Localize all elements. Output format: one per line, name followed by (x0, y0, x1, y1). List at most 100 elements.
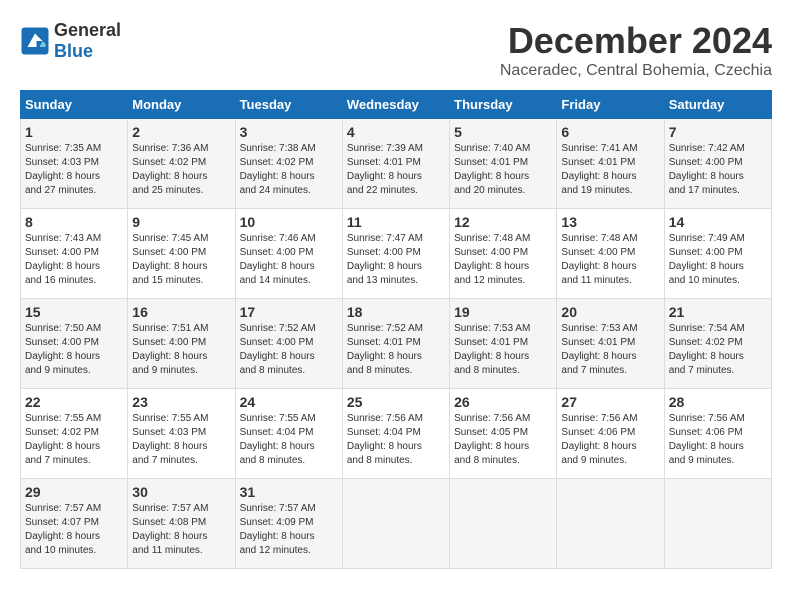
calendar-cell: 11Sunrise: 7:47 AM Sunset: 4:00 PM Dayli… (342, 209, 449, 299)
calendar-cell: 14 Sunrise: 7:49 AM Sunset: 4:00 PM Dayli… (664, 209, 771, 299)
calendar-cell: 4 Sunrise: 7:39 AM Sunset: 4:01 PM Daylig… (342, 119, 449, 209)
calendar-cell (342, 479, 449, 569)
day-number: 17 (240, 304, 338, 320)
day-number: 7 (669, 124, 767, 140)
header-friday: Friday (557, 91, 664, 119)
day-info: Sunrise: 7:55 AM Sunset: 4:02 PM Dayligh… (25, 412, 123, 468)
day-info: Sunrise: 7:48 AM Sunset: 4:00 PM Dayligh… (561, 232, 659, 288)
calendar-cell: 10 Sunrise: 7:46 AM Sunset: 4:00 PM Dayli… (235, 209, 342, 299)
day-number: 14 (669, 214, 767, 230)
day-info: Sunrise: 7:42 AM Sunset: 4:00 PM Dayligh… (669, 142, 767, 198)
calendar-cell: 25 Sunrise: 7:56 AM Sunset: 4:04 PM Dayli… (342, 389, 449, 479)
calendar-cell: 18 Sunrise: 7:52 AM Sunset: 4:01 PM Dayli… (342, 299, 449, 389)
day-info: Sunrise: 7:46 AM Sunset: 4:00 PM Dayligh… (240, 232, 338, 288)
calendar-header: Sunday Monday Tuesday Wednesday Thursday… (21, 91, 772, 119)
day-info: Sunrise: 7:56 AM Sunset: 4:06 PM Dayligh… (561, 412, 659, 468)
day-info: Sunrise: 7:57 AM Sunset: 4:09 PM Dayligh… (240, 502, 338, 558)
day-info: Sunrise: 7:55 AM Sunset: 4:04 PM Dayligh… (240, 412, 338, 468)
day-info: Sunrise: 7:40 AM Sunset: 4:01 PM Dayligh… (454, 142, 552, 198)
day-number: 13 (561, 214, 659, 230)
calendar-cell: 22Sunrise: 7:55 AM Sunset: 4:02 PM Dayli… (21, 389, 128, 479)
header-row: Sunday Monday Tuesday Wednesday Thursday… (21, 91, 772, 119)
calendar-cell: 9 Sunrise: 7:45 AM Sunset: 4:00 PM Daylig… (128, 209, 235, 299)
day-number: 9 (132, 214, 230, 230)
calendar-week-3: 15Sunrise: 7:50 AM Sunset: 4:00 PM Dayli… (21, 299, 772, 389)
day-number: 25 (347, 394, 445, 410)
calendar-cell: 20 Sunrise: 7:53 AM Sunset: 4:01 PM Dayli… (557, 299, 664, 389)
header-tuesday: Tuesday (235, 91, 342, 119)
calendar-cell: 2 Sunrise: 7:36 AM Sunset: 4:02 PM Daylig… (128, 119, 235, 209)
day-number: 18 (347, 304, 445, 320)
calendar-cell: 1 Sunrise: 7:35 AM Sunset: 4:03 PM Daylig… (21, 119, 128, 209)
subtitle: Naceradec, Central Bohemia, Czechia (500, 62, 772, 80)
day-info: Sunrise: 7:52 AM Sunset: 4:00 PM Dayligh… (240, 322, 338, 378)
calendar-cell: 29 Sunrise: 7:57 AM Sunset: 4:07 PM Dayli… (21, 479, 128, 569)
page-header: General Blue December 2024 Naceradec, Ce… (20, 20, 772, 80)
calendar-cell (450, 479, 557, 569)
day-info: Sunrise: 7:55 AM Sunset: 4:03 PM Dayligh… (132, 412, 230, 468)
day-number: 11 (347, 214, 445, 230)
header-monday: Monday (128, 91, 235, 119)
calendar-cell: 28Sunrise: 7:56 AM Sunset: 4:06 PM Dayli… (664, 389, 771, 479)
day-info: Sunrise: 7:57 AM Sunset: 4:08 PM Dayligh… (132, 502, 230, 558)
calendar-cell: 6 Sunrise: 7:41 AM Sunset: 4:01 PM Daylig… (557, 119, 664, 209)
header-saturday: Saturday (664, 91, 771, 119)
day-number: 31 (240, 484, 338, 500)
header-wednesday: Wednesday (342, 91, 449, 119)
calendar-cell: 26Sunrise: 7:56 AM Sunset: 4:05 PM Dayli… (450, 389, 557, 479)
day-info: Sunrise: 7:52 AM Sunset: 4:01 PM Dayligh… (347, 322, 445, 378)
calendar-cell: 7 Sunrise: 7:42 AM Sunset: 4:00 PM Daylig… (664, 119, 771, 209)
calendar-cell: 19Sunrise: 7:53 AM Sunset: 4:01 PM Dayli… (450, 299, 557, 389)
calendar-cell: 16Sunrise: 7:51 AM Sunset: 4:00 PM Dayli… (128, 299, 235, 389)
day-number: 20 (561, 304, 659, 320)
header-thursday: Thursday (450, 91, 557, 119)
day-info: Sunrise: 7:49 AM Sunset: 4:00 PM Dayligh… (669, 232, 767, 288)
day-number: 5 (454, 124, 552, 140)
day-info: Sunrise: 7:53 AM Sunset: 4:01 PM Dayligh… (561, 322, 659, 378)
calendar-cell: 17 Sunrise: 7:52 AM Sunset: 4:00 PM Dayli… (235, 299, 342, 389)
calendar-cell: 23 Sunrise: 7:55 AM Sunset: 4:03 PM Dayli… (128, 389, 235, 479)
day-number: 10 (240, 214, 338, 230)
day-number: 1 (25, 124, 123, 140)
day-info: Sunrise: 7:56 AM Sunset: 4:05 PM Dayligh… (454, 412, 552, 468)
day-number: 6 (561, 124, 659, 140)
day-number: 2 (132, 124, 230, 140)
day-info: Sunrise: 7:56 AM Sunset: 4:06 PM Dayligh… (669, 412, 767, 468)
logo: General Blue (20, 20, 121, 62)
calendar-cell: 8 Sunrise: 7:43 AM Sunset: 4:00 PM Daylig… (21, 209, 128, 299)
day-number: 16 (132, 304, 230, 320)
day-info: Sunrise: 7:41 AM Sunset: 4:01 PM Dayligh… (561, 142, 659, 198)
day-number: 4 (347, 124, 445, 140)
day-info: Sunrise: 7:56 AM Sunset: 4:04 PM Dayligh… (347, 412, 445, 468)
logo-text: General Blue (54, 20, 121, 62)
day-info: Sunrise: 7:54 AM Sunset: 4:02 PM Dayligh… (669, 322, 767, 378)
day-info: Sunrise: 7:45 AM Sunset: 4:00 PM Dayligh… (132, 232, 230, 288)
calendar-cell: 13 Sunrise: 7:48 AM Sunset: 4:00 PM Dayli… (557, 209, 664, 299)
day-number: 29 (25, 484, 123, 500)
calendar-week-1: 1 Sunrise: 7:35 AM Sunset: 4:03 PM Daylig… (21, 119, 772, 209)
day-number: 24 (240, 394, 338, 410)
calendar-cell (664, 479, 771, 569)
header-sunday: Sunday (21, 91, 128, 119)
calendar-week-5: 29 Sunrise: 7:57 AM Sunset: 4:07 PM Dayli… (21, 479, 772, 569)
calendar-cell: 15Sunrise: 7:50 AM Sunset: 4:00 PM Dayli… (21, 299, 128, 389)
day-number: 30 (132, 484, 230, 500)
calendar-cell (557, 479, 664, 569)
day-info: Sunrise: 7:57 AM Sunset: 4:07 PM Dayligh… (25, 502, 123, 558)
calendar-cell: 3Sunrise: 7:38 AM Sunset: 4:02 PM Daylig… (235, 119, 342, 209)
day-number: 12 (454, 214, 552, 230)
day-number: 8 (25, 214, 123, 230)
day-info: Sunrise: 7:53 AM Sunset: 4:01 PM Dayligh… (454, 322, 552, 378)
logo-icon (20, 26, 50, 56)
day-number: 3 (240, 124, 338, 140)
day-info: Sunrise: 7:39 AM Sunset: 4:01 PM Dayligh… (347, 142, 445, 198)
logo-blue: Blue (54, 41, 93, 61)
calendar-cell: 24 Sunrise: 7:55 AM Sunset: 4:04 PM Dayli… (235, 389, 342, 479)
day-number: 23 (132, 394, 230, 410)
day-info: Sunrise: 7:36 AM Sunset: 4:02 PM Dayligh… (132, 142, 230, 198)
calendar-cell: 5 Sunrise: 7:40 AM Sunset: 4:01 PM Daylig… (450, 119, 557, 209)
calendar-week-2: 8 Sunrise: 7:43 AM Sunset: 4:00 PM Daylig… (21, 209, 772, 299)
day-info: Sunrise: 7:35 AM Sunset: 4:03 PM Dayligh… (25, 142, 123, 198)
calendar-table: Sunday Monday Tuesday Wednesday Thursday… (20, 90, 772, 569)
day-info: Sunrise: 7:43 AM Sunset: 4:00 PM Dayligh… (25, 232, 123, 288)
